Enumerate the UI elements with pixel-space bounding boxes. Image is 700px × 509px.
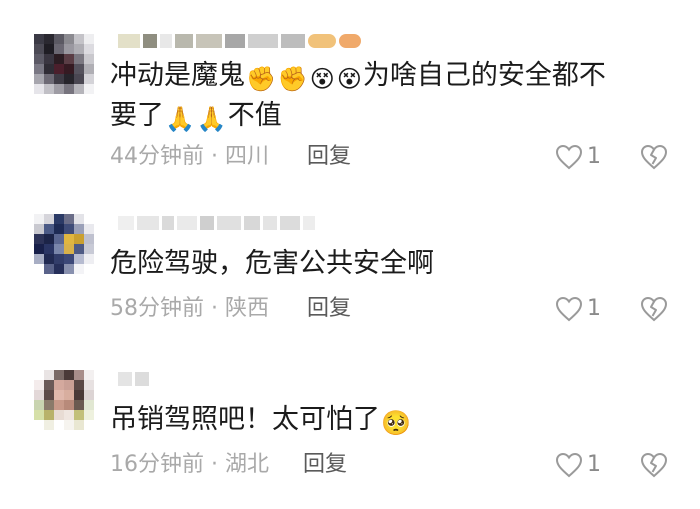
comment-meta: 16分钟前 · 湖北 [110, 450, 269, 480]
heart-icon [555, 296, 583, 322]
broken-heart-icon [640, 296, 668, 322]
username-blurred[interactable] [118, 32, 361, 50]
comment-text: 吊销驾照吧！太可怕了🥺 [110, 400, 670, 440]
avatar[interactable] [34, 370, 94, 430]
timestamp: 44分钟前 [110, 144, 204, 169]
separator-dot: · [211, 296, 218, 321]
comment-text: 冲动是魔鬼✊✊😵😵为啥自己的安全都不 要了🙏🙏不值 [110, 56, 670, 136]
comment-text-part: 不值 [227, 100, 282, 131]
like-count: 1 [587, 296, 601, 321]
comment-text-part: 要了 [110, 100, 164, 131]
location: 湖北 [225, 452, 270, 477]
raised-fist-emoji-icon: ✊ [277, 65, 308, 93]
dislike-button[interactable] [640, 450, 668, 480]
comment-2: 危险驾驶，危害公共安全啊 58分钟前 · 陕西 回复 1 [0, 180, 700, 340]
timestamp: 16分钟前 [110, 452, 204, 477]
like-button[interactable]: 1 [555, 450, 601, 480]
timestamp: 58分钟前 [110, 296, 204, 321]
reply-button[interactable]: 回复 [307, 294, 351, 324]
raised-fist-emoji-icon: ✊ [246, 65, 276, 93]
comment-text-part: 冲动是魔鬼 [110, 60, 245, 91]
reply-button[interactable]: 回复 [307, 142, 351, 172]
broken-heart-icon [640, 452, 668, 478]
like-button[interactable]: 1 [555, 294, 601, 324]
comment-3: 吊销驾照吧！太可怕了🥺 16分钟前 · 湖北 回复 1 [0, 340, 700, 509]
comment-1: 冲动是魔鬼✊✊😵😵为啥自己的安全都不 要了🙏🙏不值 44分钟前 · 四川 回复 … [0, 0, 700, 180]
location: 陕西 [225, 296, 270, 321]
dizzy-face-emoji-icon: 😵 [336, 65, 362, 93]
comment-meta: 58分钟前 · 陕西 [110, 294, 269, 324]
like-count: 1 [587, 144, 601, 169]
pleading-face-emoji-icon: 🥺 [381, 409, 411, 437]
location: 四川 [225, 144, 270, 169]
dizzy-face-emoji-icon: 😵 [309, 65, 335, 93]
comment-text-part: 吊销驾照吧！太可怕了 [110, 404, 380, 435]
folded-hands-emoji-icon: 🙏 [165, 105, 195, 133]
comment-meta: 44分钟前 · 四川 [110, 142, 269, 172]
username-blurred[interactable] [118, 370, 149, 388]
username-blurred[interactable] [118, 214, 315, 232]
heart-icon [555, 144, 583, 170]
avatar[interactable] [34, 214, 94, 274]
broken-heart-icon [640, 144, 668, 170]
like-count: 1 [587, 452, 601, 477]
avatar[interactable] [34, 34, 94, 94]
dislike-button[interactable] [640, 142, 668, 172]
folded-hands-emoji-icon: 🙏 [196, 105, 227, 133]
separator-dot: · [211, 144, 218, 169]
separator-dot: · [211, 452, 218, 477]
comment-text: 危险驾驶，危害公共安全啊 [110, 248, 434, 279]
comment-text-part: 为啥自己的安全都不 [362, 60, 606, 91]
heart-icon [555, 452, 583, 478]
dislike-button[interactable] [640, 294, 668, 324]
like-button[interactable]: 1 [555, 142, 601, 172]
reply-button[interactable]: 回复 [303, 450, 347, 480]
